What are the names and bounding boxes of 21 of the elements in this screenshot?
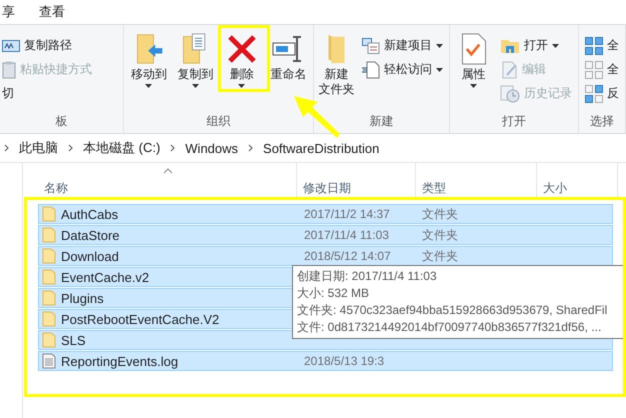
file-name: Download (61, 248, 119, 264)
file-name: EventCache.v2 (61, 270, 150, 284)
file-name: DataStore (61, 228, 120, 242)
modified-date: 2018/5/13 19:3 (304, 354, 384, 368)
file-name: SLS (61, 332, 86, 348)
modified-date: 2017/11/2 14:37 (304, 207, 390, 221)
group-label: 组织 (206, 114, 230, 128)
group-label: 选择 (590, 114, 614, 128)
file-type: 文件夹 (422, 228, 458, 242)
file-name: PostRebootEventCache.V2 (61, 312, 220, 326)
file-type: 文件夹 (422, 206, 458, 220)
file-name: ReportingEvents.log (61, 354, 178, 368)
group-label: 新建 (370, 114, 394, 128)
group-label: 打开 (502, 114, 526, 128)
group-label: 板 (56, 114, 68, 128)
file-name: AuthCabs (61, 206, 118, 222)
file-type: 文件夹 (422, 248, 458, 262)
tooltip: 创建日期: 2017/11/4 11:03 大小: 532 MB 文件夹: 4570c323aef94bba515928663d953679, SharedFil 文件: 0d8173214492014bf70097740b836577f321df56, ... (292, 265, 626, 339)
modified-date: 2018/5/12 14:07 (304, 249, 391, 263)
file-name: Plugins (61, 290, 104, 306)
modified-date: 2017/11/4 11:03 (304, 228, 389, 242)
